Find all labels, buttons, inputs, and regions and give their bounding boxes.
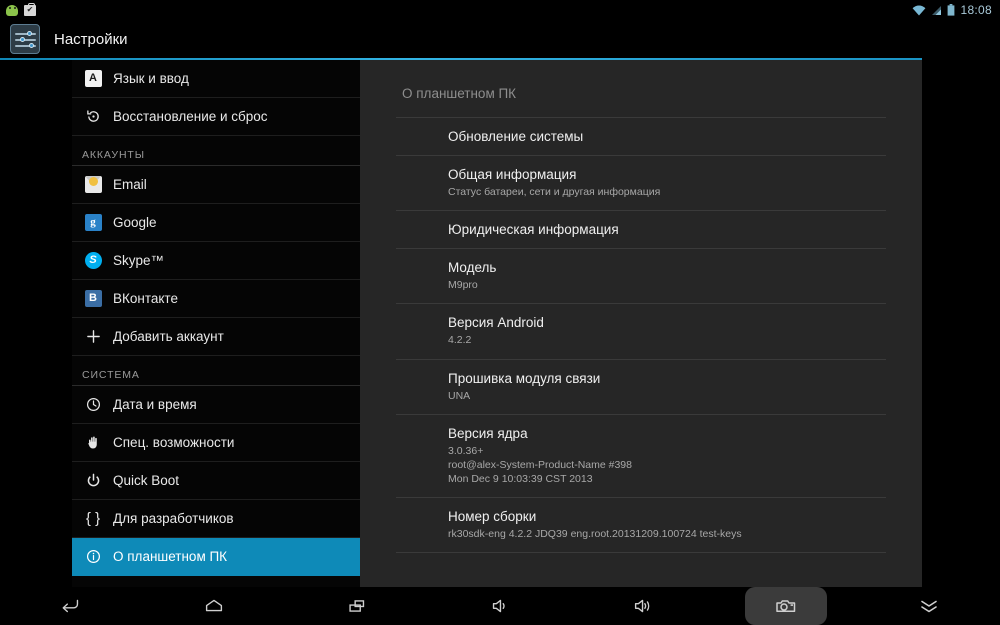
google-icon-badge: g (84, 214, 102, 231)
email-icon (82, 176, 104, 193)
preference-summary: UNA (448, 389, 471, 402)
clock-icon (82, 397, 104, 412)
sidebar-item-label: Email (113, 177, 147, 192)
briefcase-check-icon: ✔ (24, 2, 36, 16)
sidebar-item-hand[interactable]: Спец. возможности (72, 424, 360, 462)
sidebar-section-header: СИСТЕМА (72, 356, 360, 386)
preference-row[interactable]: Общая информация Статус батареи, сети и д… (396, 155, 886, 210)
sidebar-item-label: Quick Boot (113, 473, 180, 488)
sidebar-item-label: О планшетном ПК (113, 549, 228, 564)
status-bar: ✔ 18:08 (0, 0, 1000, 20)
sidebar-item-label: Добавить аккаунт (113, 329, 224, 344)
google-icon: g (82, 214, 104, 231)
sidebar-item-label: Дата и время (113, 397, 197, 412)
sidebar-item-vkontakte[interactable]: B ВКонтакте (72, 280, 360, 318)
preference-row[interactable]: Прошивка модуля связи UNA (396, 358, 886, 414)
preference-row[interactable]: Номер сборки rk30sdk-eng 4.2.2 JDQ39 eng.… (396, 497, 886, 554)
back-icon[interactable] (0, 587, 143, 625)
preference-title: Модель (448, 260, 497, 276)
recent-apps-icon[interactable] (286, 587, 429, 625)
page-title: Настройки (54, 30, 128, 48)
status-bar-notifications[interactable]: ✔ (0, 2, 36, 16)
preference-row[interactable]: Версия ядра 3.0.36+ root@alex-System-Prod… (396, 413, 886, 498)
sidebar-item-restore[interactable]: Восстановление и сброс (72, 98, 360, 136)
sidebar-item-language[interactable]: A Язык и ввод (72, 60, 360, 98)
preference-row[interactable]: Юридическая информация (396, 210, 886, 248)
sidebar-item-label: Skype™ (113, 253, 165, 268)
settings-sliders-icon[interactable] (10, 24, 40, 54)
settings-content: A Язык и ввод Восстановление и сброс АККАУН… (0, 58, 1000, 587)
sidebar-section-header: АККАУНТЫ (72, 136, 360, 166)
preference-list: Обновление системы Общая информация Статус… (396, 117, 886, 554)
preference-title: Юридическая информация (448, 222, 619, 238)
wifi-icon (913, 5, 926, 15)
preference-summary: M9pro (448, 279, 478, 292)
sidebar-item-label: Для разработчиков (113, 511, 234, 526)
sidebar-item-label: ВКонтакте (113, 291, 178, 306)
app-title-bar: Настройки (0, 20, 1000, 58)
plus-icon (82, 329, 104, 344)
sidebar-item-power[interactable]: Quick Boot (72, 462, 360, 500)
detail-panel-title: О планшетном ПК (402, 86, 517, 101)
cellular-signal-icon (932, 5, 942, 15)
preference-title: Версия ядра (448, 425, 528, 441)
status-bar-clock: 18:08 (960, 3, 992, 17)
preference-title: Версия Android (448, 315, 544, 331)
sidebar-item-label: Google (113, 215, 157, 230)
sidebar-item-braces[interactable]: { } Для разработчиков (72, 500, 360, 538)
preference-summary: rk30sdk-eng 4.2.2 JDQ39 eng.root.2013120… (448, 528, 742, 541)
chevron-double-down-icon[interactable] (857, 587, 1000, 625)
sidebar-item-label: Язык и ввод (113, 71, 189, 86)
sidebar-item-plus[interactable]: Добавить аккаунт (72, 318, 360, 356)
preference-row[interactable]: Версия Android 4.2.2 (396, 303, 886, 358)
preference-row[interactable]: Модель M9pro (396, 248, 886, 303)
settings-sidebar[interactable]: A Язык и ввод Восстановление и сброс АККАУН… (72, 60, 360, 587)
sidebar-item-label: Восстановление и сброс (113, 109, 268, 124)
skype-icon: S (82, 252, 104, 269)
restore-icon (82, 109, 104, 124)
vkontakte-icon: B (82, 290, 104, 307)
vkontakte-icon-badge: B (84, 290, 102, 307)
power-icon (82, 473, 104, 488)
preference-summary: 3.0.36+ root@alex-System-Product-Name #3… (448, 444, 632, 486)
preference-summary: Статус батареи, сети и другая информация (448, 186, 661, 198)
braces-icon: { } (85, 510, 101, 527)
preference-title: Прошивка модуля связи (448, 370, 601, 386)
screenshot-camera-icon[interactable] (714, 587, 857, 625)
volume-up-icon[interactable] (571, 587, 714, 625)
battery-icon (948, 4, 955, 16)
preference-title: Обновление системы (448, 129, 584, 144)
skype-icon-badge: S (84, 252, 102, 269)
sidebar-item-email[interactable]: Email (72, 166, 360, 204)
language-icon: A (82, 70, 104, 87)
sidebar-item-skype[interactable]: S Skype™ (72, 242, 360, 280)
sidebar-item-label: Спец. возможности (113, 435, 235, 450)
hand-icon (82, 435, 104, 450)
sidebar-item-google[interactable]: g Google (72, 204, 360, 242)
language-icon-badge: A (84, 70, 102, 87)
sidebar-item-clock[interactable]: Дата и время (72, 386, 360, 424)
preference-summary: 4.2.2 (448, 334, 472, 347)
preference-title: Общая информация (448, 167, 577, 182)
preference-title: Номер сборки (448, 509, 537, 525)
status-bar-system[interactable]: 18:08 (912, 3, 1000, 17)
sidebar-item-info[interactable]: О планшетном ПК (72, 538, 360, 576)
system-navigation-bar (0, 587, 1000, 625)
email-icon-badge (84, 176, 102, 193)
home-icon[interactable] (143, 587, 286, 625)
android-robot-icon (6, 4, 18, 16)
info-icon (82, 549, 104, 564)
android-tablet-screen: ✔ 18:08 Настройки A Язык и ввод Восстано… (0, 0, 1000, 625)
volume-down-icon[interactable] (429, 587, 572, 625)
about-tablet-panel: О планшетном ПК Обновление системы Общая … (360, 60, 922, 587)
preference-row[interactable]: Обновление системы (396, 117, 886, 155)
